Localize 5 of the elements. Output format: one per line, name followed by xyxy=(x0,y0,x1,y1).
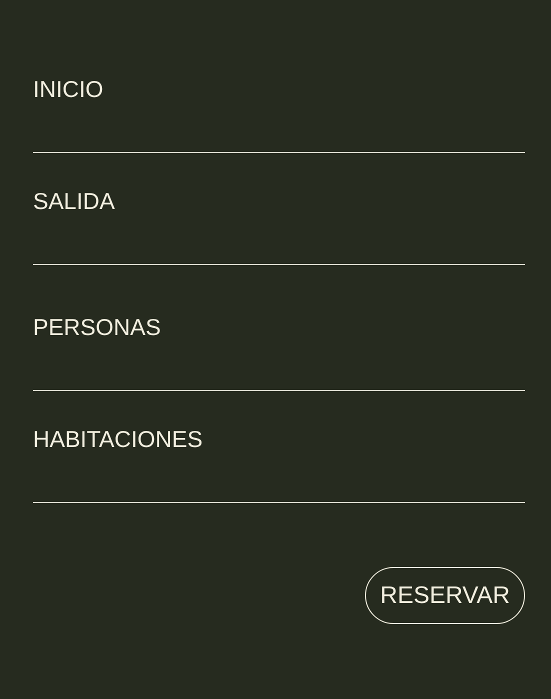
input-field[interactable]: INICIO xyxy=(33,41,525,153)
input-field[interactable]: HABITACIONES xyxy=(33,391,525,503)
input-field[interactable]: SALIDA xyxy=(33,153,525,265)
reserve-button[interactable]: RESERVAR xyxy=(365,567,525,624)
input-field[interactable]: PERSONAS xyxy=(33,279,525,391)
